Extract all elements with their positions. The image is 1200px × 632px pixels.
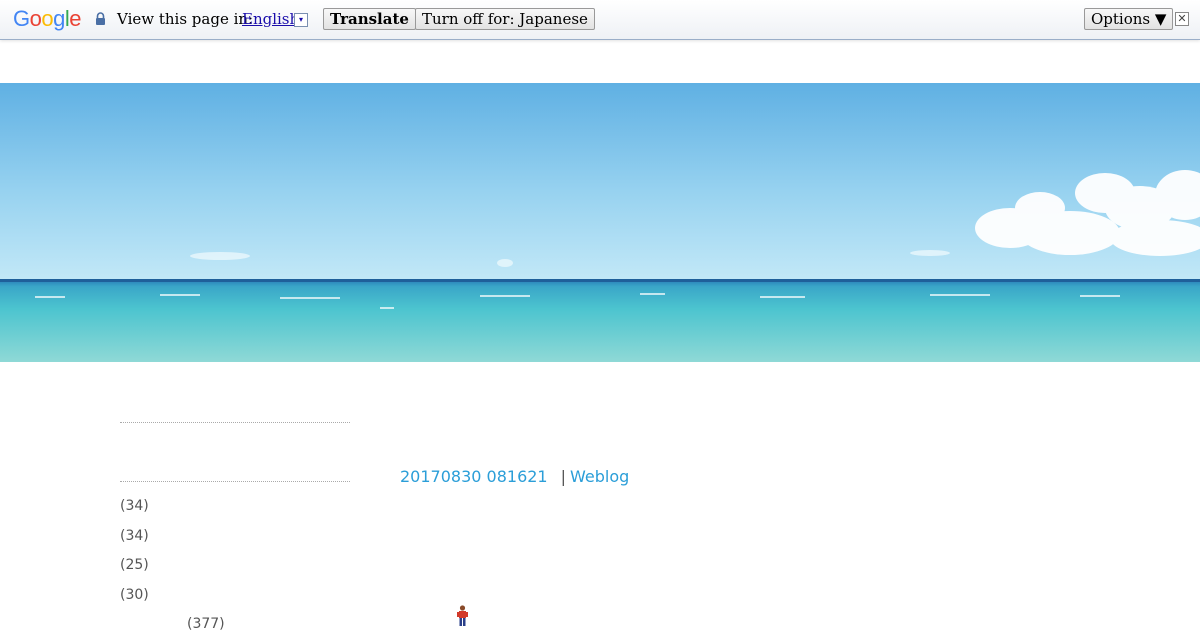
logo-letter: o (29, 6, 42, 31)
sidebar-divider (120, 422, 350, 423)
google-logo: Google (13, 6, 82, 32)
header-image (0, 83, 1200, 362)
chevron-down-icon[interactable]: ▾ (294, 13, 308, 27)
logo-letter: e (69, 6, 82, 31)
view-page-label: View this page in: (117, 10, 254, 28)
post-meta: 20170830 081621 | Weblog (400, 467, 629, 486)
archive-count: (34) (120, 528, 149, 544)
logo-letter: G (13, 6, 30, 31)
ocean-photo (0, 83, 1200, 362)
turn-off-button[interactable]: Turn off for: Japanese (415, 8, 595, 30)
sidebar-divider (120, 481, 350, 482)
archive-count: (34) (120, 498, 149, 514)
language-select-link[interactable]: English (242, 10, 299, 28)
translate-button[interactable]: Translate (323, 8, 416, 30)
logo-letter: o (41, 6, 54, 31)
options-button[interactable]: Options ▼ (1084, 8, 1174, 30)
translate-bar: Google View this page in: English ▾ Tran… (0, 0, 1200, 40)
post-date-link[interactable]: 20170830 081621 (400, 467, 548, 486)
close-icon[interactable]: ✕ (1175, 12, 1189, 26)
archive-count: (30) (120, 587, 149, 603)
category-link[interactable]: Weblog (570, 467, 629, 486)
person-icon (457, 605, 468, 626)
logo-letter: g (53, 6, 65, 31)
meta-separator: | (560, 467, 566, 486)
archive-count: (25) (120, 557, 149, 573)
lock-icon (96, 12, 105, 25)
